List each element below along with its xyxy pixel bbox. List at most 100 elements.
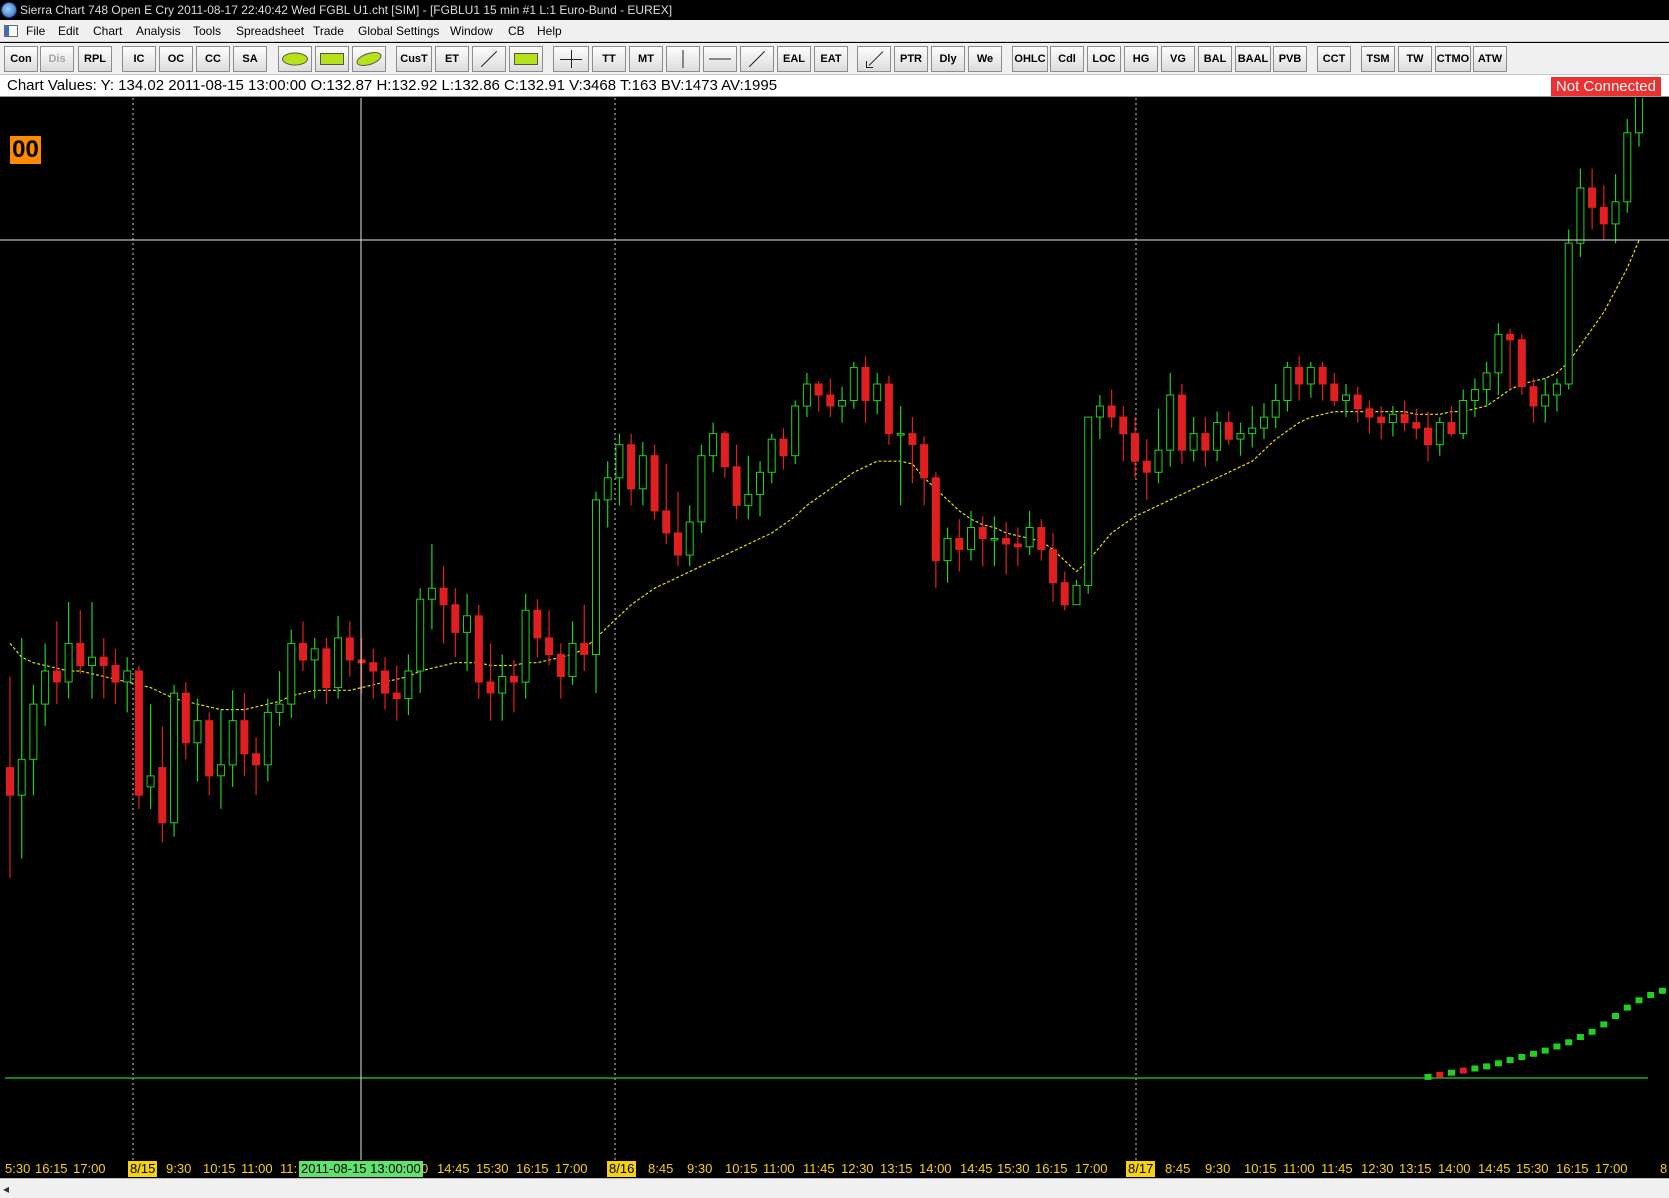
draw-ellipse-button[interactable]	[278, 46, 312, 72]
ohlc-button[interactable]: OHLC	[1012, 46, 1048, 72]
arrow-button[interactable]	[857, 46, 891, 72]
candle	[1283, 361, 1292, 412]
candle-body	[334, 637, 343, 689]
draw-rectangle-button[interactable]	[315, 46, 349, 72]
time-tick-label: 8:45	[648, 1161, 674, 1176]
menu-spreadsheet[interactable]: Spreadsheet	[236, 20, 304, 42]
candle	[592, 491, 600, 694]
horizontal-line-button[interactable]	[703, 46, 737, 72]
menu-chart[interactable]: Chart	[93, 20, 122, 42]
draw-line-button[interactable]	[472, 46, 506, 72]
oc-button[interactable]: OC	[159, 46, 193, 72]
et-button[interactable]: ET	[435, 46, 469, 72]
crosshair-button[interactable]	[553, 46, 589, 72]
eal-button[interactable]: EAL	[777, 46, 811, 72]
time-tick-label: 11:45	[1321, 1161, 1353, 1176]
candle-body	[1236, 433, 1245, 440]
chart-values-bar: Chart Values: Y: 134.02 2011-08-15 13:00…	[0, 75, 1669, 97]
time-tick-label: 11:00	[241, 1161, 273, 1176]
pvb-button[interactable]: PVB	[1273, 46, 1307, 72]
candle-body	[556, 653, 565, 678]
cc-button[interactable]: CC	[196, 46, 230, 72]
vertical-line-button[interactable]	[666, 46, 700, 72]
candle-body	[1107, 405, 1116, 418]
loc-button[interactable]: LOC	[1087, 46, 1121, 72]
horizontal-scrollbar[interactable]: ◂	[0, 1178, 1669, 1198]
sa-button[interactable]: SA	[233, 46, 267, 72]
menu-edit[interactable]: Edit	[58, 20, 79, 42]
candlestick-chart[interactable]	[0, 98, 1669, 1160]
candle	[334, 615, 343, 699]
baal-button[interactable]: BAAL	[1235, 46, 1271, 72]
menu-tools[interactable]: Tools	[193, 20, 221, 42]
title-bar: Sierra Chart 748 Open E Cry 2011-08-17 2…	[0, 0, 1669, 20]
hg-button[interactable]: HG	[1124, 46, 1158, 72]
time-tick-label: 12:30	[841, 1161, 874, 1176]
candle-body	[1576, 187, 1585, 244]
candle	[146, 704, 155, 809]
candle-body	[838, 400, 847, 407]
dly-button[interactable]: Dly	[931, 46, 965, 72]
candle	[756, 461, 764, 517]
draw-oblique-ellipse-button[interactable]	[352, 46, 386, 72]
connection-status-badge[interactable]: Not Connected	[1550, 77, 1661, 96]
candle	[685, 505, 694, 567]
time-tick-label: 16:15	[516, 1161, 549, 1176]
time-tick-label: 8:45	[1165, 1161, 1191, 1176]
candle	[439, 566, 448, 644]
ptr-button[interactable]: PTR	[894, 46, 928, 72]
menu-global-settings[interactable]: Global Settings	[358, 20, 439, 42]
candle	[791, 400, 800, 464]
indicator-bar	[1541, 1047, 1549, 1054]
cust-button[interactable]: CusT	[396, 46, 432, 72]
dis-button[interactable]: Dis	[40, 46, 74, 72]
ray-button[interactable]	[740, 46, 774, 72]
candle	[1459, 389, 1468, 440]
candle-body	[1482, 372, 1491, 390]
we-button[interactable]: We	[968, 46, 1002, 72]
candle	[322, 637, 331, 705]
candle	[310, 637, 319, 699]
candle-body	[1201, 433, 1210, 451]
tw-button[interactable]: TW	[1398, 46, 1432, 72]
time-tick-label: 9:30	[687, 1161, 713, 1176]
candle-body	[592, 499, 600, 655]
candle-body	[615, 444, 624, 479]
chart-area[interactable]: 00	[0, 98, 1669, 1160]
candle-body	[1353, 394, 1362, 410]
candle-body	[463, 615, 471, 633]
candle	[1142, 439, 1151, 500]
vg-button[interactable]: VG	[1161, 46, 1195, 72]
cct-button[interactable]: CCT	[1317, 46, 1351, 72]
ctmo-button[interactable]: CTMO	[1435, 46, 1471, 72]
menu-cb[interactable]: CB	[508, 20, 525, 42]
candle-body	[1260, 416, 1268, 429]
candle	[1342, 383, 1350, 418]
con-button[interactable]: Con	[4, 46, 38, 72]
time-tick-label: 15:30	[476, 1161, 509, 1176]
bal-button[interactable]: BAL	[1198, 46, 1232, 72]
menu-file[interactable]: File	[26, 20, 45, 42]
candle	[1025, 510, 1034, 556]
candle	[1271, 383, 1280, 429]
tt-button[interactable]: TT	[592, 46, 626, 72]
candle-body	[193, 720, 202, 744]
tsm-button[interactable]: TSM	[1361, 46, 1395, 72]
menu-window[interactable]: Window	[450, 20, 493, 42]
candle	[1084, 416, 1093, 594]
menu-trade[interactable]: Trade	[313, 20, 344, 42]
window-menu-icon[interactable]	[4, 25, 18, 37]
eat-button[interactable]: EAT	[814, 46, 848, 72]
cdl-button[interactable]: Cdl	[1050, 46, 1084, 72]
time-tick-label: 16:15	[1035, 1161, 1068, 1176]
atw-button[interactable]: ATW	[1473, 46, 1507, 72]
menu-analysis[interactable]: Analysis	[136, 20, 181, 42]
mt-button[interactable]: MT	[629, 46, 663, 72]
candle	[486, 643, 495, 721]
draw-highlight-button[interactable]	[509, 46, 543, 72]
candle-body	[1271, 400, 1280, 418]
menu-help[interactable]: Help	[537, 20, 562, 42]
scroll-left-icon[interactable]: ◂	[3, 1182, 9, 1196]
rpl-button[interactable]: RPL	[78, 46, 112, 72]
ic-button[interactable]: IC	[122, 46, 156, 72]
